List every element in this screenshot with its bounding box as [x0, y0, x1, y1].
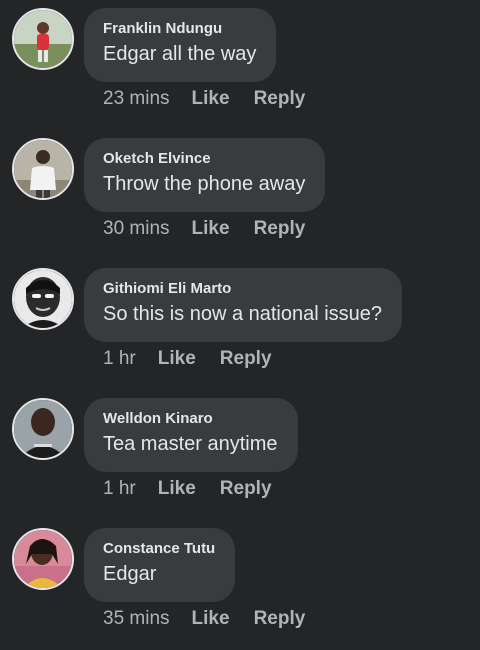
like-button[interactable]: Like [192, 606, 230, 632]
comment-actions: 1 hr Like Reply [103, 476, 272, 502]
reply-button[interactable]: Reply [220, 346, 272, 372]
avatar-photo-icon [14, 140, 72, 198]
comment-author[interactable]: Franklin Ndungu [103, 20, 256, 38]
reply-button[interactable]: Reply [254, 216, 306, 242]
avatar-photo-icon [14, 530, 72, 588]
comment-actions: 1 hr Like Reply [103, 346, 272, 372]
comment-item: Oketch Elvince Throw the phone away 30 m… [0, 130, 480, 260]
comment-bubble: Welldon Kinaro Tea master anytime [84, 398, 298, 472]
comment-author[interactable]: Oketch Elvince [103, 150, 305, 168]
comment-text: Tea master anytime [103, 433, 278, 455]
like-button[interactable]: Like [192, 216, 230, 242]
comment-item: Constance Tutu Edgar 35 mins Like Reply [0, 520, 480, 650]
comment-bubble: Githiomi Eli Marto So this is now a nati… [84, 268, 403, 342]
comment-timestamp[interactable]: 23 mins [103, 86, 170, 112]
comment-item: Welldon Kinaro Tea master anytime 1 hr L… [0, 390, 480, 520]
comment-item: Githiomi Eli Marto So this is now a nati… [0, 260, 480, 390]
comment-bubble: Constance Tutu Edgar [84, 528, 236, 602]
comment-author[interactable]: Githiomi Eli Marto [103, 280, 382, 298]
like-button[interactable]: Like [192, 86, 230, 112]
reply-button[interactable]: Reply [254, 606, 306, 632]
comment-text: Edgar all the way [103, 43, 257, 65]
avatar[interactable] [12, 268, 74, 330]
avatar[interactable] [12, 138, 74, 200]
comment-timestamp[interactable]: 1 hr [103, 476, 136, 502]
comment-timestamp[interactable]: 1 hr [103, 346, 136, 372]
reply-button[interactable]: Reply [220, 476, 272, 502]
reply-button[interactable]: Reply [254, 86, 306, 112]
avatar-photo-icon [14, 270, 72, 328]
avatar-photo-icon [14, 10, 72, 68]
like-button[interactable]: Like [158, 346, 196, 372]
avatar[interactable] [12, 8, 74, 70]
comment-timestamp[interactable]: 30 mins [103, 216, 170, 242]
comment-author[interactable]: Welldon Kinaro [103, 410, 278, 428]
avatar[interactable] [12, 398, 74, 460]
comment-text: So this is now a national issue? [103, 303, 383, 325]
comment-text: Edgar [103, 563, 157, 585]
comment-author[interactable]: Constance Tutu [103, 540, 215, 558]
comment-actions: 30 mins Like Reply [103, 216, 305, 242]
comment-actions: 23 mins Like Reply [103, 86, 305, 112]
avatar[interactable] [12, 528, 74, 590]
comment-bubble: Oketch Elvince Throw the phone away [84, 138, 326, 212]
comment-item: Franklin Ndungu Edgar all the way 23 min… [0, 0, 480, 130]
like-button[interactable]: Like [158, 476, 196, 502]
comment-bubble: Franklin Ndungu Edgar all the way [84, 8, 277, 82]
comment-text: Throw the phone away [103, 173, 306, 195]
avatar-photo-icon [14, 400, 72, 458]
comment-timestamp[interactable]: 35 mins [103, 606, 170, 632]
comment-actions: 35 mins Like Reply [103, 606, 305, 632]
